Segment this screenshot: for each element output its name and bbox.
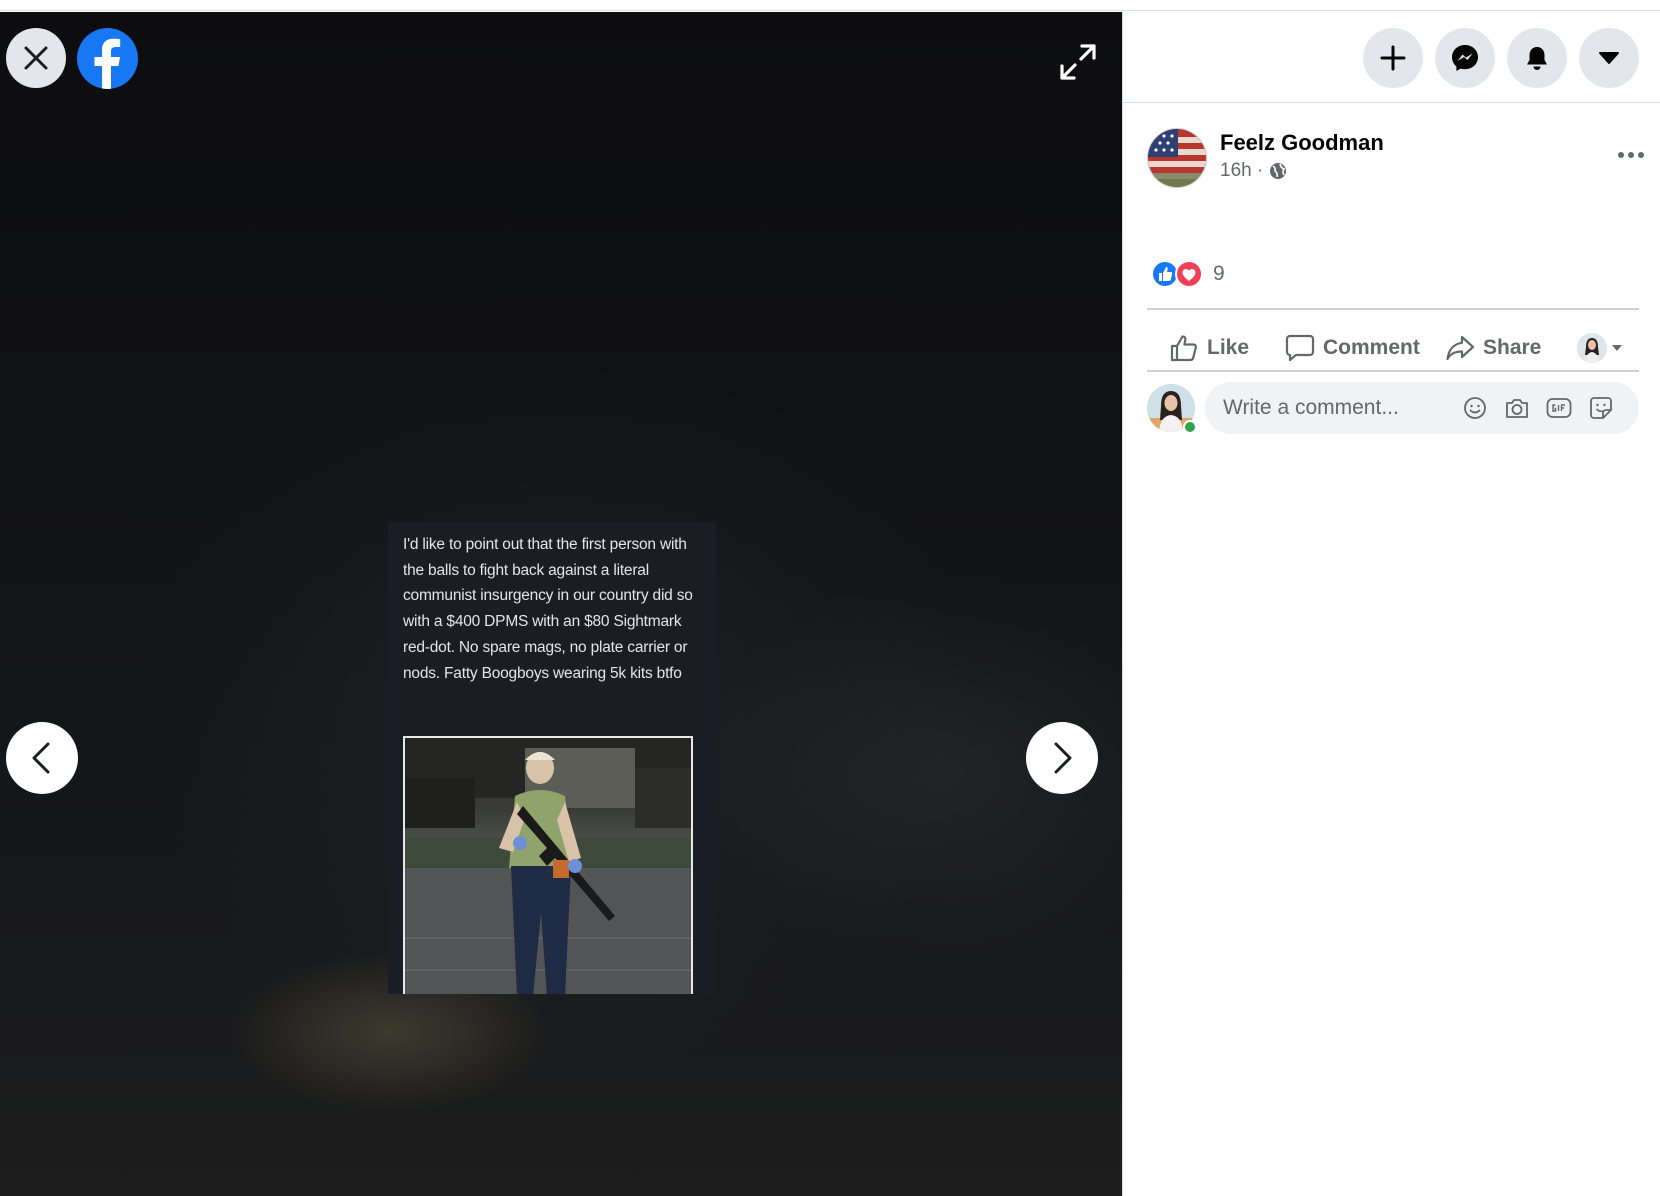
gif-button[interactable] bbox=[1545, 394, 1573, 422]
share-arrow-icon bbox=[1446, 335, 1475, 361]
chevron-left-icon bbox=[32, 742, 50, 774]
post-side-panel: Feelz Goodman 16h · 9 Like Comment Share… bbox=[1122, 12, 1660, 1196]
actions-divider bbox=[1147, 370, 1639, 372]
comment-input[interactable] bbox=[1205, 382, 1445, 434]
like-label: Like bbox=[1207, 336, 1250, 359]
comment-bubble-icon bbox=[1285, 334, 1315, 362]
create-button[interactable] bbox=[1363, 28, 1423, 88]
caret-down-icon bbox=[1612, 345, 1622, 351]
love-reaction-icon bbox=[1175, 260, 1203, 288]
comment-box bbox=[1205, 382, 1639, 434]
previous-photo-button[interactable] bbox=[6, 722, 78, 794]
plus-icon bbox=[1380, 45, 1406, 71]
comment-composer bbox=[1147, 382, 1641, 436]
more-dots-icon bbox=[1618, 152, 1644, 158]
reactions-divider bbox=[1147, 308, 1639, 310]
share-label: Share bbox=[1483, 336, 1542, 359]
caret-down-icon bbox=[1599, 52, 1619, 64]
chevron-right-icon bbox=[1054, 742, 1072, 774]
reactions-summary[interactable]: 9 bbox=[1151, 258, 1225, 290]
person-with-rifle-image bbox=[405, 738, 691, 994]
post-header: Feelz Goodman 16h · bbox=[1147, 128, 1644, 192]
post-actions: Like Comment Share bbox=[1147, 319, 1639, 377]
emoji-button[interactable] bbox=[1461, 394, 1489, 422]
expand-button[interactable] bbox=[1055, 39, 1101, 85]
account-menu-button[interactable] bbox=[1579, 28, 1639, 88]
photo-caption-text: I'd like to point out that the first per… bbox=[403, 536, 693, 682]
expand-icon bbox=[1060, 44, 1096, 80]
close-icon bbox=[24, 46, 48, 70]
react-as-avatar bbox=[1577, 333, 1607, 363]
post-meta: 16h · bbox=[1220, 160, 1287, 182]
photo-attach-button[interactable] bbox=[1503, 394, 1531, 422]
bell-icon bbox=[1527, 47, 1547, 70]
author-avatar[interactable] bbox=[1147, 128, 1207, 188]
post-photo[interactable]: I'd like to point out that the first per… bbox=[388, 522, 716, 994]
post-timestamp[interactable]: 16h · bbox=[1220, 160, 1263, 182]
post-options-button[interactable] bbox=[1611, 140, 1651, 170]
facebook-logo-icon bbox=[94, 38, 121, 89]
comment-button[interactable]: Comment bbox=[1285, 319, 1420, 377]
next-photo-button[interactable] bbox=[1026, 722, 1098, 794]
reaction-count[interactable]: 9 bbox=[1213, 262, 1225, 286]
close-button[interactable] bbox=[6, 28, 66, 88]
notifications-button[interactable] bbox=[1507, 28, 1567, 88]
photo-embedded-image bbox=[403, 736, 693, 994]
react-as-selector[interactable] bbox=[1577, 319, 1623, 377]
messenger-button[interactable] bbox=[1435, 28, 1495, 88]
comment-label: Comment bbox=[1323, 336, 1420, 359]
online-status-indicator bbox=[1183, 420, 1197, 434]
sticker-button[interactable] bbox=[1587, 394, 1615, 422]
gif-icon bbox=[1546, 398, 1572, 418]
globe-icon[interactable] bbox=[1269, 162, 1287, 180]
sticker-icon bbox=[1590, 397, 1612, 419]
top-border bbox=[0, 0, 1660, 11]
like-button[interactable]: Like bbox=[1169, 319, 1249, 377]
emoji-icon bbox=[1464, 397, 1486, 419]
share-button[interactable]: Share bbox=[1445, 319, 1541, 377]
top-navigation bbox=[1123, 12, 1660, 103]
author-name[interactable]: Feelz Goodman bbox=[1220, 130, 1384, 156]
camera-icon bbox=[1506, 399, 1528, 418]
messenger-icon bbox=[1452, 45, 1478, 71]
facebook-logo[interactable] bbox=[77, 28, 138, 89]
flag-avatar-image bbox=[1148, 129, 1206, 187]
photo-viewer: I'd like to point out that the first per… bbox=[0, 12, 1122, 1196]
thumbs-up-icon bbox=[1170, 335, 1198, 362]
